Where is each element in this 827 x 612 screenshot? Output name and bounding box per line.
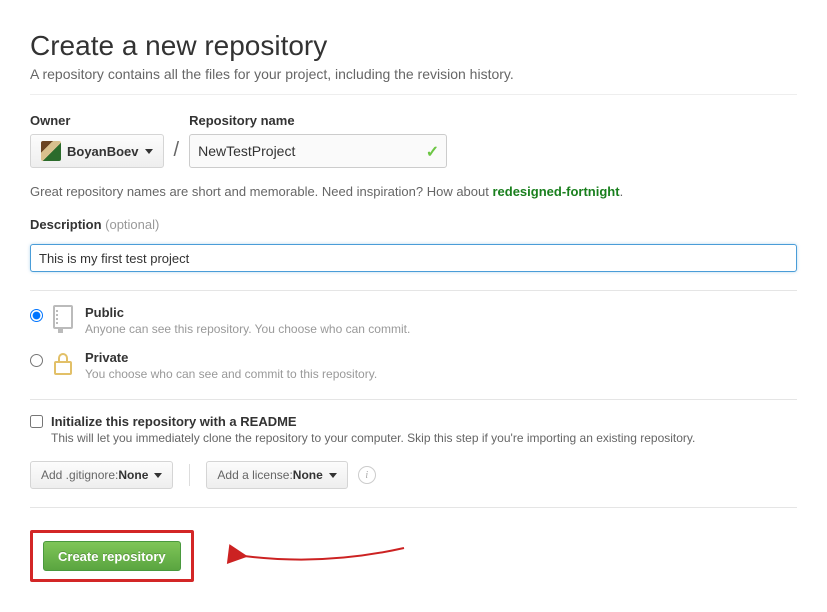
help-icon[interactable]: i bbox=[358, 466, 376, 484]
create-repository-button[interactable]: Create repository bbox=[43, 541, 181, 571]
gitignore-value: None bbox=[118, 468, 148, 482]
private-title: Private bbox=[85, 350, 377, 365]
divider bbox=[30, 507, 797, 508]
check-icon: ✓ bbox=[426, 142, 439, 162]
owner-name: BoyanBoev bbox=[67, 144, 139, 159]
public-radio[interactable] bbox=[30, 309, 43, 322]
divider bbox=[189, 464, 190, 486]
owner-select-button[interactable]: BoyanBoev bbox=[30, 134, 164, 168]
private-radio[interactable] bbox=[30, 354, 43, 367]
slash-separator: / bbox=[164, 139, 190, 168]
repo-name-label: Repository name bbox=[189, 113, 447, 128]
chevron-down-icon bbox=[145, 149, 153, 154]
divider bbox=[30, 399, 797, 400]
init-readme-checkbox[interactable] bbox=[30, 415, 43, 428]
highlight-box: Create repository bbox=[30, 530, 194, 582]
init-sub: This will let you immediately clone the … bbox=[51, 431, 695, 445]
license-select-button[interactable]: Add a license: None bbox=[206, 461, 347, 489]
owner-label: Owner bbox=[30, 113, 164, 128]
public-sub: Anyone can see this repository. You choo… bbox=[85, 322, 410, 336]
repo-icon bbox=[51, 305, 75, 333]
divider bbox=[30, 94, 797, 95]
license-prefix: Add a license: bbox=[217, 468, 292, 482]
name-hint: Great repository names are short and mem… bbox=[30, 184, 797, 199]
name-suggestion[interactable]: redesigned-fortnight bbox=[492, 184, 619, 199]
init-title: Initialize this repository with a README bbox=[51, 414, 695, 429]
gitignore-prefix: Add .gitignore: bbox=[41, 468, 118, 482]
chevron-down-icon bbox=[154, 473, 162, 478]
avatar bbox=[41, 141, 61, 161]
chevron-down-icon bbox=[329, 473, 337, 478]
description-label: Description (optional) bbox=[30, 217, 797, 232]
repo-name-input[interactable] bbox=[189, 134, 447, 168]
private-sub: You choose who can see and commit to thi… bbox=[85, 367, 377, 381]
divider bbox=[30, 290, 797, 291]
description-input[interactable] bbox=[30, 244, 797, 272]
hint-text: Great repository names are short and mem… bbox=[30, 184, 492, 199]
license-value: None bbox=[293, 468, 323, 482]
page-title: Create a new repository bbox=[30, 30, 797, 62]
page-subtitle: A repository contains all the files for … bbox=[30, 66, 797, 82]
optional-tag: (optional) bbox=[105, 217, 159, 232]
lock-icon bbox=[51, 350, 75, 378]
public-title: Public bbox=[85, 305, 410, 320]
annotation-arrow-icon bbox=[224, 536, 414, 576]
gitignore-select-button[interactable]: Add .gitignore: None bbox=[30, 461, 173, 489]
